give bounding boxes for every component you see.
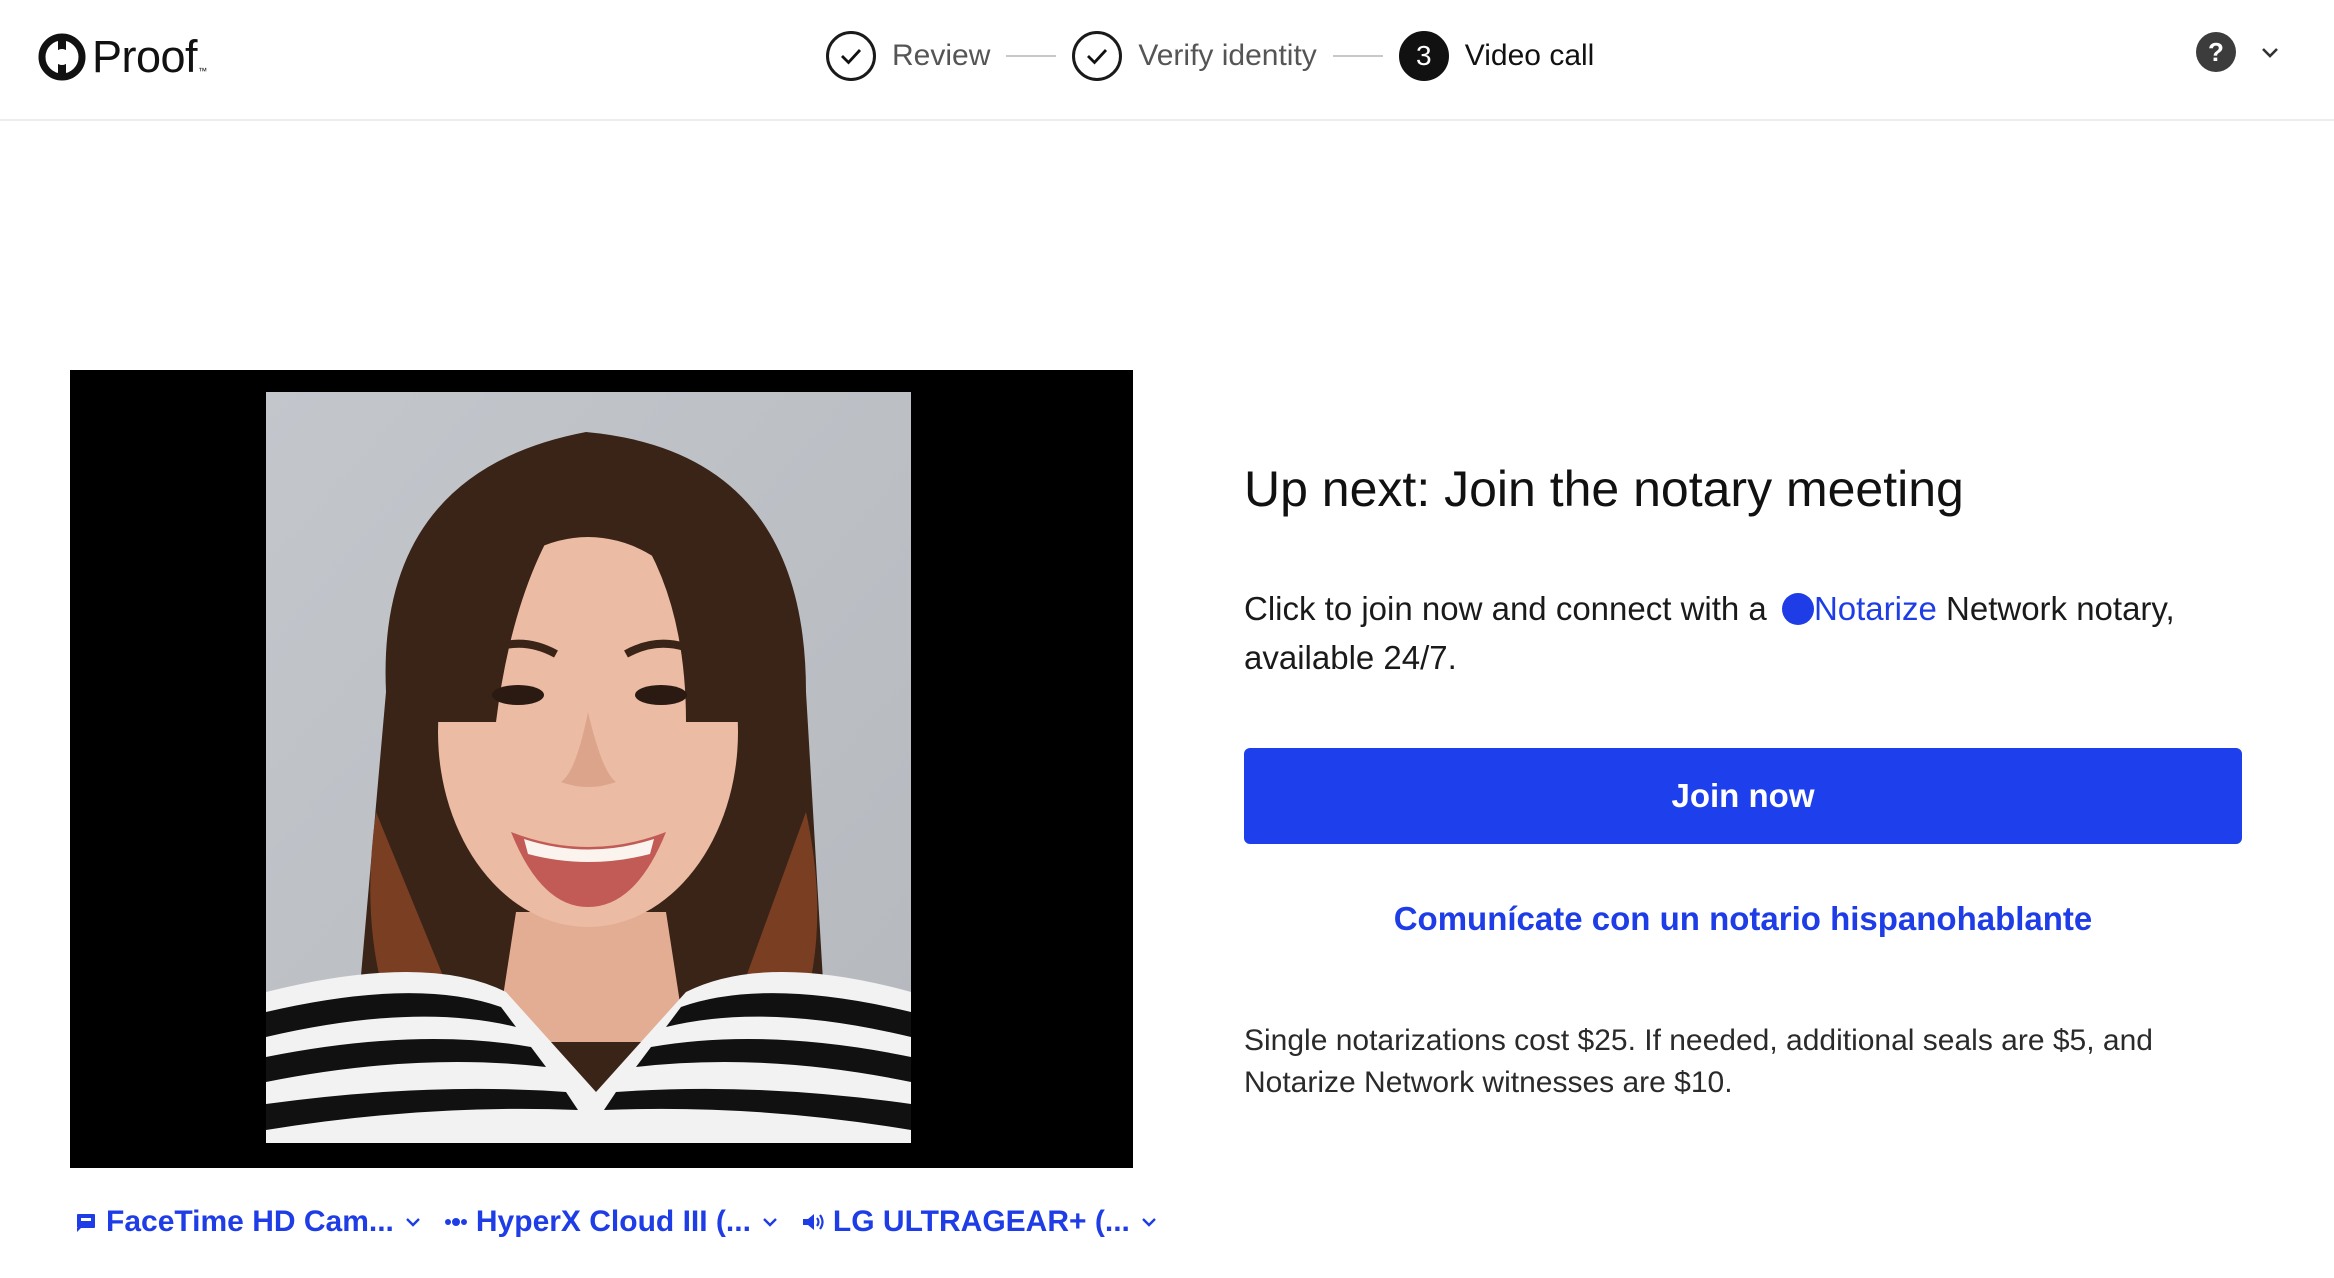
microphone-select-label: HyperX Cloud III (... xyxy=(475,1205,751,1238)
chevron-down-icon xyxy=(763,1218,777,1227)
step-label: Video call xyxy=(1464,39,1595,72)
camera-icon xyxy=(77,1214,95,1232)
step-number: 3 xyxy=(1398,31,1449,81)
step-label: Verify identity xyxy=(1138,39,1317,72)
video-preview xyxy=(70,370,1133,1168)
microphone-level-icon xyxy=(444,1218,467,1226)
step-review: Review xyxy=(826,31,990,81)
help-icon[interactable]: ? xyxy=(2196,32,2236,72)
meeting-description: Click to join now and connect with a Not… xyxy=(1244,584,2244,682)
step-connector xyxy=(1332,55,1383,57)
camera-feed-image xyxy=(266,392,911,1143)
brand-name: Proof xyxy=(92,31,198,82)
top-header: Proof ™ Review Verify identity 3 Video c… xyxy=(0,0,2334,121)
notarize-link[interactable]: Notarize xyxy=(1814,590,1937,627)
chevron-down-icon[interactable] xyxy=(2258,40,2282,64)
camera-feed-image-art xyxy=(266,392,911,1143)
chevron-down-icon xyxy=(406,1218,420,1227)
check-icon xyxy=(1072,31,1123,81)
camera-select-label: FaceTime HD Cam... xyxy=(106,1205,394,1238)
speaker-select-label: LG ULTRAGEAR+ (... xyxy=(832,1205,1130,1238)
step-verify-identity: Verify identity xyxy=(1072,31,1317,81)
description-text-start: Click to join now and connect with a xyxy=(1244,590,1776,627)
brand-trademark: ™ xyxy=(198,66,208,76)
join-now-button[interactable]: Join now xyxy=(1244,748,2242,844)
chevron-down-icon xyxy=(1142,1218,1156,1227)
speaker-icon xyxy=(802,1214,824,1230)
microphone-select[interactable]: HyperX Cloud III (... xyxy=(444,1205,779,1239)
step-connector xyxy=(1006,55,1057,57)
help-menu[interactable]: ? xyxy=(2196,32,2282,72)
pricing-info: Single notarizations cost $25. If needed… xyxy=(1244,1024,2153,1099)
notarize-badge-icon xyxy=(1781,593,1814,625)
page-title: Up next: Join the notary meeting xyxy=(1244,461,1964,517)
step-label: Review xyxy=(892,39,991,72)
device-selectors: FaceTime HD Cam... HyperX Cloud III (...… xyxy=(74,1205,1180,1239)
check-icon xyxy=(826,31,876,81)
proof-logo[interactable]: Proof ™ xyxy=(38,30,207,84)
spanish-notary-link[interactable]: Comunícate con un notario hispanohablant… xyxy=(1244,900,2242,938)
join-panel: Up next: Join the notary meeting Click t… xyxy=(1244,460,2244,1099)
proof-logo-icon xyxy=(38,33,86,81)
progress-steps: Review Verify identity 3 Video call xyxy=(826,30,1594,82)
camera-select[interactable]: FaceTime HD Cam... xyxy=(74,1205,422,1239)
step-video-call: 3 Video call xyxy=(1398,31,1595,81)
speaker-select[interactable]: LG ULTRAGEAR+ (... xyxy=(801,1205,1158,1239)
